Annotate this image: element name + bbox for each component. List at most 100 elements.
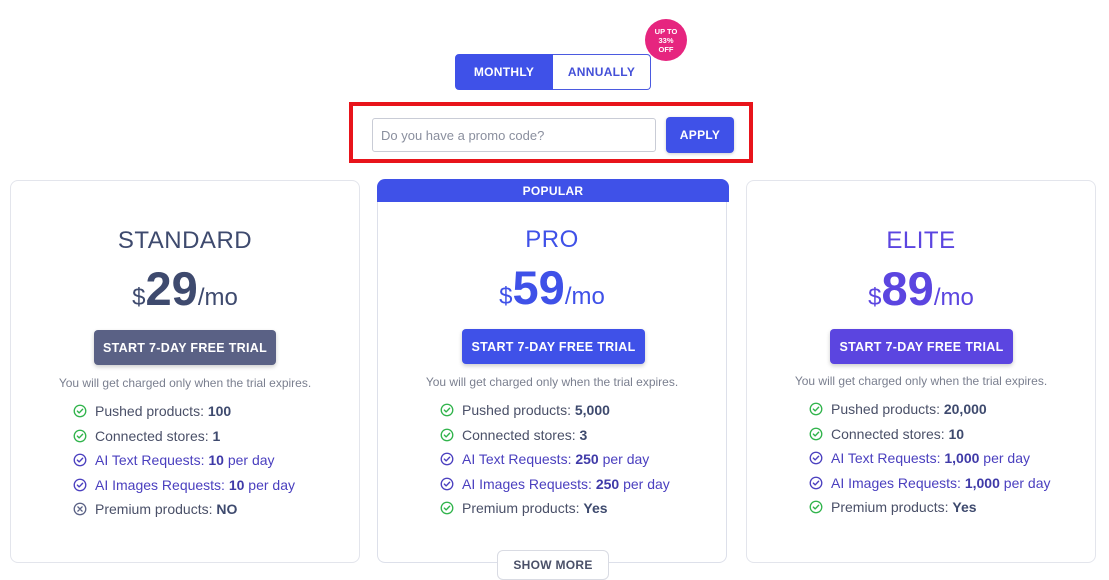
- feature-label: Pushed products:: [95, 403, 208, 419]
- feature-list: Pushed products: 100 Connected stores: 1 A…: [73, 402, 333, 525]
- feature-value: Yes: [583, 500, 608, 516]
- feature-text: AI Images Requests: 1,000 per day: [831, 474, 1050, 493]
- feature-item: Connected stores: 1: [73, 427, 333, 446]
- feature-value: 1,000: [944, 450, 980, 466]
- feature-label: AI Images Requests:: [462, 475, 596, 492]
- ai-check-circle-icon: [809, 476, 823, 490]
- billing-toggle: MONTHLY ANNUALLY: [455, 54, 651, 90]
- discount-badge-line2: 33%: [658, 35, 674, 45]
- trial-note: You will get charged only when the trial…: [425, 375, 679, 389]
- feature-label: Connected stores:: [95, 427, 213, 444]
- monthly-toggle-button[interactable]: MONTHLY: [455, 54, 553, 90]
- price-amount: 59: [512, 261, 565, 314]
- feature-value: 10: [948, 425, 965, 442]
- check-circle-icon: [73, 404, 87, 418]
- check-circle-icon: [809, 402, 823, 416]
- feature-value: 5,000: [574, 402, 610, 418]
- feature-text: AI Text Requests: 250 per day: [462, 450, 649, 469]
- feature-text: AI Text Requests: 10 per day: [95, 451, 275, 470]
- feature-item: Connected stores: 10: [809, 425, 1069, 444]
- feature-unit: per day: [999, 474, 1051, 491]
- price-period: /mo: [197, 284, 238, 311]
- price-amount: 89: [881, 262, 934, 315]
- check-circle-icon: [809, 500, 823, 514]
- feature-text: Premium products: NO: [95, 500, 237, 519]
- start-trial-button-standard[interactable]: START 7-DAY FREE TRIAL: [94, 330, 276, 365]
- feature-text: Connected stores: 3: [462, 426, 587, 445]
- ai-check-circle-icon: [73, 453, 87, 467]
- feature-label: Premium products:: [831, 499, 953, 515]
- feature-item: Premium products: Yes: [809, 498, 1069, 517]
- feature-value: 1,000: [964, 474, 1000, 491]
- plan-price-pro: $59/mo: [378, 260, 726, 315]
- plan-card-pro: PRO $59/mo START 7-DAY FREE TRIAL You will …: [377, 202, 727, 563]
- feature-label: AI Text Requests:: [95, 452, 209, 468]
- feature-value: 250: [575, 451, 599, 467]
- feature-list: Pushed products: 20,000 Connected stores:…: [809, 400, 1069, 523]
- trial-note: You will get charged only when the trial…: [794, 374, 1048, 388]
- feature-text: Pushed products: 100: [95, 402, 231, 421]
- check-circle-icon: [73, 429, 87, 443]
- show-more-button[interactable]: SHOW MORE: [497, 550, 609, 580]
- ai-check-circle-icon: [73, 478, 87, 492]
- feature-item: Pushed products: 100: [73, 402, 333, 421]
- feature-text: Connected stores: 10: [831, 425, 964, 444]
- feature-unit: per day: [223, 452, 275, 468]
- feature-label: AI Images Requests:: [831, 474, 965, 491]
- feature-item: AI Text Requests: 250 per day: [440, 450, 700, 469]
- feature-value: 10: [208, 452, 224, 468]
- price-currency: $: [132, 284, 146, 311]
- feature-item: AI Images Requests: 10 per day: [73, 476, 333, 495]
- plan-name-pro: PRO: [525, 226, 579, 253]
- feature-text: AI Text Requests: 1,000 per day: [831, 449, 1030, 468]
- price-period: /mo: [933, 284, 974, 311]
- feature-label: AI Text Requests:: [462, 451, 576, 467]
- feature-item: Connected stores: 3: [440, 426, 700, 445]
- feature-item: AI Text Requests: 10 per day: [73, 451, 333, 470]
- price-amount: 29: [145, 262, 198, 315]
- feature-value: 100: [207, 403, 232, 419]
- feature-item: AI Images Requests: 250 per day: [440, 475, 700, 494]
- feature-item: Pushed products: 5,000: [440, 401, 700, 420]
- price-currency: $: [499, 283, 513, 310]
- feature-text: AI Images Requests: 10 per day: [95, 476, 295, 495]
- feature-unit: per day: [619, 475, 670, 492]
- feature-label: Pushed products:: [831, 401, 944, 417]
- trial-note: You will get charged only when the trial…: [58, 376, 312, 390]
- feature-text: Premium products: Yes: [462, 499, 608, 518]
- feature-label: Connected stores:: [831, 425, 949, 442]
- feature-value: NO: [216, 501, 238, 517]
- plan-name-elite: ELITE: [886, 227, 956, 254]
- feature-text: Pushed products: 20,000: [831, 400, 987, 419]
- check-circle-icon: [440, 428, 454, 442]
- discount-badge-line1: UP TO: [654, 26, 678, 36]
- ai-check-circle-icon: [440, 477, 454, 491]
- x-circle-icon: [73, 502, 87, 516]
- feature-item: Premium products: Yes: [440, 499, 700, 518]
- feature-label: Pushed products:: [462, 402, 575, 418]
- feature-item: Pushed products: 20,000: [809, 400, 1069, 419]
- feature-value: 3: [579, 426, 588, 443]
- feature-text: Pushed products: 5,000: [462, 401, 610, 420]
- discount-badge: UP TO 33% OFF: [645, 19, 687, 61]
- feature-label: Premium products:: [95, 501, 217, 517]
- discount-badge-line3: OFF: [658, 44, 674, 54]
- feature-label: Premium products:: [462, 500, 584, 516]
- feature-label: Connected stores:: [462, 426, 580, 443]
- start-trial-button-elite[interactable]: START 7-DAY FREE TRIAL: [830, 329, 1013, 364]
- feature-value: 20,000: [943, 401, 987, 417]
- feature-item: AI Images Requests: 1,000 per day: [809, 474, 1069, 493]
- promo-code-input[interactable]: [372, 118, 656, 152]
- check-circle-icon: [809, 427, 823, 441]
- check-circle-icon: [440, 403, 454, 417]
- feature-label: AI Text Requests:: [831, 450, 945, 466]
- check-circle-icon: [440, 501, 454, 515]
- annually-toggle-button[interactable]: ANNUALLY: [553, 54, 651, 90]
- plan-name-standard: STANDARD: [117, 227, 253, 254]
- start-trial-button-pro[interactable]: START 7-DAY FREE TRIAL: [462, 329, 645, 364]
- apply-button[interactable]: APPLY: [666, 117, 734, 153]
- price-currency: $: [868, 284, 882, 311]
- plan-price-standard: $29/mo: [11, 261, 359, 316]
- feature-value: Yes: [952, 499, 977, 515]
- feature-value: 10: [228, 476, 245, 493]
